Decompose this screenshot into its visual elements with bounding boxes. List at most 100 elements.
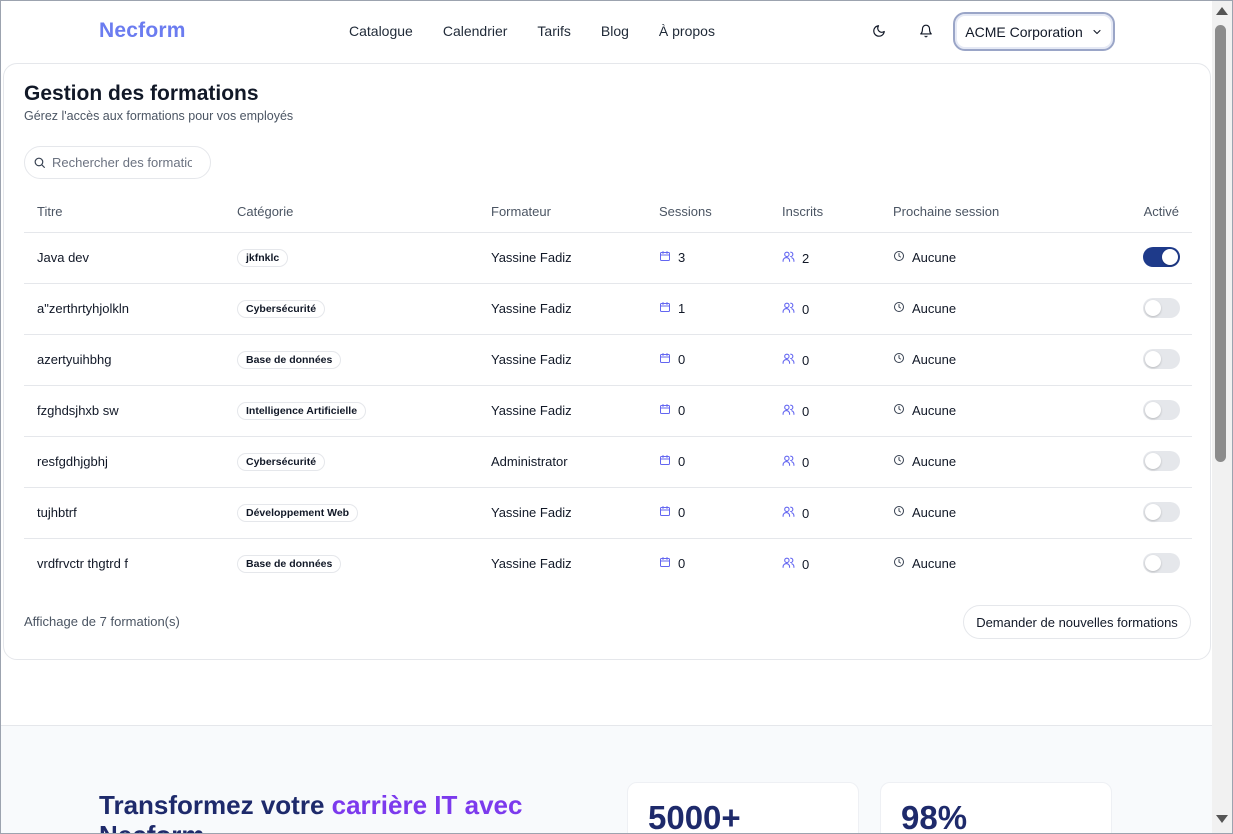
training-title: azertyuihbhg (37, 352, 112, 367)
category-badge: Cybersécurité (237, 453, 326, 471)
col-next-session[interactable]: Prochaine session (893, 204, 999, 219)
category-badge: Base de données (237, 555, 342, 573)
stat-card-satisfaction: 98% (880, 782, 1112, 834)
training-title: vrdfrvctr thgtrd f (37, 556, 129, 571)
scroll-thumb[interactable] (1215, 25, 1226, 462)
nav-calendrier[interactable]: Calendrier (443, 23, 508, 39)
table-row[interactable]: fzghdsjhxb sw Intelligence Artificielle Ya… (24, 386, 1192, 437)
active-toggle[interactable] (1143, 400, 1180, 420)
training-title: tujhbtrf (37, 505, 77, 520)
request-trainings-button[interactable]: Demander de nouvelles formations (963, 605, 1191, 639)
enrolled-value: 0 (802, 352, 810, 368)
col-title[interactable]: Titre (37, 204, 63, 219)
search-input[interactable] (52, 155, 192, 170)
nav-catalogue[interactable]: Catalogue (349, 23, 413, 39)
table-row[interactable]: Java dev jkfnklc Yassine Fadiz 3 2 Aucune (24, 233, 1192, 284)
sessions-value: 0 (678, 403, 686, 418)
trainings-table: Titre Catégorie Formateur Sessions Inscr… (24, 189, 1192, 590)
enrolled-value: 0 (802, 403, 810, 419)
search-box[interactable] (24, 146, 211, 179)
clock-icon (893, 352, 905, 367)
sessions-value: 0 (678, 505, 686, 520)
sessions-value: 1 (678, 301, 686, 316)
next-session-value: Aucune (912, 505, 957, 520)
clock-icon (893, 301, 905, 316)
trainer-name: Yassine Fadiz (491, 250, 572, 265)
bell-icon (920, 24, 932, 38)
stat-value: 98% (901, 799, 968, 834)
active-toggle[interactable] (1143, 502, 1180, 522)
active-toggle[interactable] (1143, 451, 1180, 471)
active-toggle[interactable] (1143, 553, 1180, 573)
enrolled-count: 0 (782, 352, 809, 368)
results-count: Affichage de 7 formation(s) (24, 614, 180, 629)
table-body: Java dev jkfnklc Yassine Fadiz 3 2 Aucune a"ze… (24, 233, 1192, 590)
table-row[interactable]: azertyuihbhg Base de données Yassine Fadiz… (24, 335, 1192, 386)
next-session: Aucune (893, 352, 956, 367)
scroll-down-arrow-icon[interactable] (1216, 815, 1228, 823)
next-session-value: Aucune (912, 250, 957, 265)
page-subtitle: Gérez l'accès aux formations pour vos em… (24, 109, 294, 123)
enrolled-count: 0 (782, 301, 809, 317)
table-row[interactable]: a"zerthrtyhjolkln Cybersécurité Yassine Fa… (24, 284, 1192, 335)
active-toggle[interactable] (1143, 298, 1180, 318)
enrolled-value: 0 (802, 556, 810, 572)
promo-heading-accent: carrière IT avec (331, 790, 523, 820)
scroll-up-arrow-icon[interactable] (1216, 7, 1228, 15)
calendar-icon (659, 250, 671, 265)
main-nav: Catalogue Calendrier Tarifs Blog À propo… (349, 23, 745, 39)
users-icon (782, 403, 795, 419)
next-session-value: Aucune (912, 403, 957, 418)
calendar-icon (659, 403, 671, 418)
users-icon (782, 505, 795, 521)
col-sessions[interactable]: Sessions (659, 204, 712, 219)
table-row[interactable]: vrdfrvctr thgtrd f Base de données Yassine… (24, 539, 1192, 590)
stat-card-trainees: 5000+ (627, 782, 859, 833)
active-toggle[interactable] (1143, 349, 1180, 369)
active-toggle[interactable] (1143, 247, 1180, 267)
calendar-icon (659, 556, 671, 571)
sessions-value: 0 (678, 454, 686, 469)
table-header: Titre Catégorie Formateur Sessions Inscr… (24, 189, 1192, 233)
clock-icon (893, 403, 905, 418)
table-row[interactable]: tujhbtrf Développement Web Yassine Fadiz 0 0… (24, 488, 1192, 539)
col-trainer[interactable]: Formateur (491, 204, 551, 219)
organization-name: ACME Corporation (965, 23, 1083, 40)
next-session: Aucune (893, 556, 956, 571)
clock-icon (893, 556, 905, 571)
next-session: Aucune (893, 250, 956, 265)
users-icon (782, 454, 795, 470)
promo-section: Transformez votre carrière IT avec Necfor… (1, 725, 1212, 834)
search-icon (34, 157, 45, 168)
nav-blog[interactable]: Blog (601, 23, 629, 39)
chevron-down-icon (1093, 29, 1101, 34)
sessions-count: 0 (659, 505, 685, 520)
enrolled-count: 2 (782, 250, 809, 266)
table-row[interactable]: resfgdhjgbhj Cybersécurité Administrator 0 0… (24, 437, 1192, 488)
category-badge: Intelligence Artificielle (237, 402, 367, 420)
nav-tarifs[interactable]: Tarifs (537, 23, 570, 39)
clock-icon (893, 250, 905, 265)
promo-heading: Transformez votre carrière IT avec Necfor… (99, 790, 579, 833)
sessions-value: 0 (678, 352, 686, 367)
toggle-knob (1145, 504, 1161, 520)
vertical-scrollbar[interactable] (1212, 1, 1232, 833)
users-icon (782, 250, 795, 266)
next-session: Aucune (893, 505, 956, 520)
enrolled-count: 0 (782, 556, 809, 572)
logo[interactable]: Necform (99, 19, 186, 43)
next-session-value: Aucune (912, 301, 957, 316)
clock-icon (893, 505, 905, 520)
col-category[interactable]: Catégorie (237, 204, 293, 219)
enrolled-value: 0 (802, 301, 810, 317)
browser-viewport: Necform Catalogue Calendrier Tarifs Blog… (0, 0, 1233, 834)
trainer-name: Administrator (491, 454, 568, 469)
organization-selector[interactable]: ACME Corporation (953, 12, 1115, 51)
col-active[interactable]: Activé (1144, 204, 1179, 219)
theme-toggle-button[interactable] (869, 21, 889, 41)
notifications-button[interactable] (916, 21, 936, 41)
col-enrolled[interactable]: Inscrits (782, 204, 823, 219)
nav-a-propos[interactable]: À propos (659, 23, 715, 39)
sessions-count: 0 (659, 403, 685, 418)
next-session-value: Aucune (912, 352, 957, 367)
